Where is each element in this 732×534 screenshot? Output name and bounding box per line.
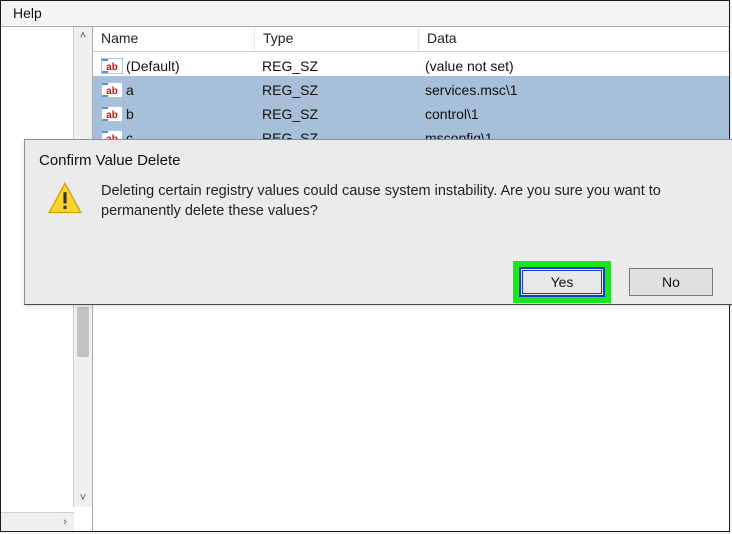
value-name-cell: aba <box>93 76 254 100</box>
value-type: REG_SZ <box>262 106 318 122</box>
value-data-cell: services.msc\1 <box>417 76 729 100</box>
value-data: services.msc\1 <box>425 82 518 98</box>
yes-button[interactable]: Yes <box>519 267 605 297</box>
dialog-message: Deleting certain registry values could c… <box>101 181 701 222</box>
svg-text:ab: ab <box>106 62 118 73</box>
value-name: a <box>126 82 134 98</box>
confirm-dialog: Confirm Value Delete Deleting certain re… <box>24 139 732 305</box>
column-data[interactable]: Data <box>419 27 729 51</box>
menu-help[interactable]: Help <box>7 3 48 23</box>
scroll-right-icon[interactable]: › <box>56 513 74 531</box>
tree-horizontal-scrollbar[interactable]: › <box>1 512 74 531</box>
warning-icon <box>47 181 83 217</box>
value-data-cell: control\1 <box>417 100 729 124</box>
string-value-icon: ab <box>101 58 123 74</box>
column-header[interactable]: Name Type Data <box>93 27 729 52</box>
scroll-thumb[interactable] <box>77 307 89 357</box>
table-row[interactable]: aba REG_SZ services.msc\1 <box>93 76 729 100</box>
value-data-cell: (value not set) <box>417 52 729 76</box>
value-name: (Default) <box>126 58 180 74</box>
value-type-cell: REG_SZ <box>254 52 417 76</box>
value-type-cell: REG_SZ <box>254 76 417 100</box>
string-value-icon: ab <box>101 82 123 98</box>
value-name-cell: ab (Default) <box>93 52 254 76</box>
table-row[interactable]: ab (Default) REG_SZ (value not set) <box>93 52 729 76</box>
dialog-title: Confirm Value Delete <box>25 140 732 169</box>
column-type[interactable]: Type <box>255 27 419 51</box>
value-name: b <box>126 106 134 122</box>
scroll-down-icon[interactable]: ˅ <box>76 489 90 507</box>
svg-text:ab: ab <box>106 110 118 121</box>
table-row[interactable]: abb REG_SZ control\1 <box>93 100 729 124</box>
svg-text:ab: ab <box>106 86 118 97</box>
value-type: REG_SZ <box>262 58 318 74</box>
value-type: REG_SZ <box>262 82 318 98</box>
string-value-icon: ab <box>101 106 123 122</box>
no-button[interactable]: No <box>629 268 713 296</box>
value-name-cell: abb <box>93 100 254 124</box>
highlight-box: Yes <box>513 261 611 303</box>
menu-bar: Help <box>1 1 729 25</box>
value-type-cell: REG_SZ <box>254 100 417 124</box>
column-name[interactable]: Name <box>93 27 255 51</box>
dialog-buttons: Yes No <box>25 260 732 304</box>
value-data: control\1 <box>425 106 479 122</box>
scroll-up-icon[interactable]: ˄ <box>76 27 90 45</box>
value-data: (value not set) <box>425 58 514 74</box>
